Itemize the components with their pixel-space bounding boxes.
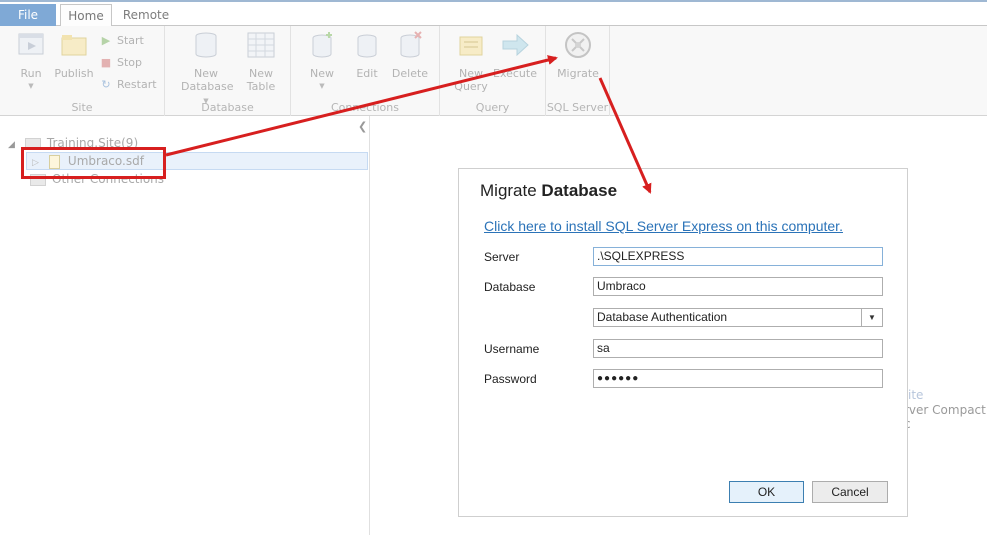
group-connections: New ▼ Edit Delete Connections (291, 26, 440, 116)
password-label: Password (484, 372, 537, 386)
migrate-label: Migrate (557, 67, 599, 80)
restart-button[interactable]: ↻ Restart (100, 76, 157, 94)
publish-button[interactable]: Publish (49, 30, 99, 80)
group-query: New Query Execute Query (440, 26, 546, 116)
webmatrix-window: File Home Remote Run ▼ Publish ▶ Start ■ S… (0, 0, 987, 535)
new-query-icon (459, 36, 483, 56)
new-table-label-line1: New (249, 67, 273, 80)
table-icon (247, 32, 275, 58)
execute-label: Execute (493, 67, 537, 80)
server-label: Server (484, 250, 520, 264)
ok-button[interactable]: OK (729, 481, 804, 503)
chevron-down-icon: ▼ (319, 82, 325, 90)
database-input[interactable]: Umbraco (593, 277, 883, 296)
delete-connection-icon (400, 31, 422, 58)
stop-label: Stop (117, 56, 143, 69)
restart-label: Restart (117, 78, 157, 91)
start-label: Start (117, 34, 144, 47)
execute-arrow-icon (502, 33, 529, 57)
migrate-button[interactable]: Migrate (553, 30, 603, 80)
new-query-label-line1: New (459, 67, 483, 80)
install-sql-express-link[interactable]: Click here to install SQL Server Express… (484, 218, 843, 234)
chevron-down-icon: ▼ (28, 82, 34, 90)
tab-remote[interactable]: Remote (116, 4, 176, 27)
password-input[interactable]: ●●●●●● (593, 369, 883, 388)
delete-connection-label: Delete (391, 67, 429, 80)
background-text-fragment: rver Compact c (904, 403, 986, 431)
delete-connection-button[interactable]: Delete (385, 30, 435, 80)
dialog-title: Migrate Database (480, 181, 618, 200)
new-connection-button[interactable]: New ▼ (297, 30, 347, 93)
database-icon (195, 32, 217, 58)
ribbon: Run ▼ Publish ▶ Start ■ Stop ↻ Restart Site… (0, 26, 987, 116)
group-label-query: Query (475, 101, 510, 114)
group-database: New Database ▼ New Table Database (165, 26, 291, 116)
new-database-label-line1: New (194, 67, 218, 80)
migrate-icon (565, 32, 591, 58)
tab-file[interactable]: File (0, 4, 56, 26)
username-input[interactable]: sa (593, 339, 883, 358)
play-icon: ▶ (101, 34, 111, 47)
ribbon-tab-bar: File Home Remote (0, 2, 987, 27)
execute-button[interactable]: Execute (490, 30, 540, 80)
restart-icon: ↻ (101, 78, 111, 91)
stop-button[interactable]: ■ Stop (100, 54, 142, 72)
edit-connection-icon (357, 34, 377, 58)
group-label-connections: Connections (331, 101, 399, 114)
group-sql-server: Migrate SQL Server (546, 26, 610, 116)
group-label-sql-server: SQL Server (546, 101, 609, 114)
stop-icon: ■ (100, 56, 112, 69)
new-table-label-line2: Table (246, 80, 276, 93)
group-label-database: Database (201, 101, 254, 114)
publish-label: Publish (54, 67, 94, 80)
new-connection-label: New (310, 67, 334, 80)
new-table-button[interactable]: New Table (236, 30, 286, 93)
expand-triangle-icon[interactable]: ◢ (8, 140, 15, 150)
group-site: Run ▼ Publish ▶ Start ■ Stop ↻ Restart Site (0, 26, 165, 116)
annotation-highlight-box (21, 147, 166, 179)
new-query-label-line2: Query (454, 80, 488, 93)
collapse-pane-icon[interactable]: ❮ (358, 120, 367, 133)
dropdown-arrow-icon[interactable]: ▼ (861, 309, 882, 326)
migrate-database-dialog: Migrate Database Click here to install S… (458, 168, 908, 517)
start-button[interactable]: ▶ Start (100, 32, 144, 50)
new-database-button[interactable]: New Database ▼ (181, 30, 234, 108)
tab-home[interactable]: Home (60, 4, 112, 27)
cancel-button[interactable]: Cancel (812, 481, 888, 503)
authentication-select[interactable]: Database Authentication ▼ (593, 308, 883, 327)
publish-icon (61, 35, 87, 56)
background-link-fragment: ite (908, 388, 924, 402)
authentication-select-value: Database Authentication (597, 310, 728, 324)
new-query-button[interactable]: New Query (446, 30, 496, 93)
server-input[interactable]: .\SQLEXPRESS (593, 247, 883, 266)
new-connection-icon (312, 32, 332, 58)
group-label-site: Site (71, 101, 93, 114)
username-label: Username (484, 342, 540, 356)
run-icon (18, 33, 44, 55)
database-label: Database (484, 280, 536, 294)
